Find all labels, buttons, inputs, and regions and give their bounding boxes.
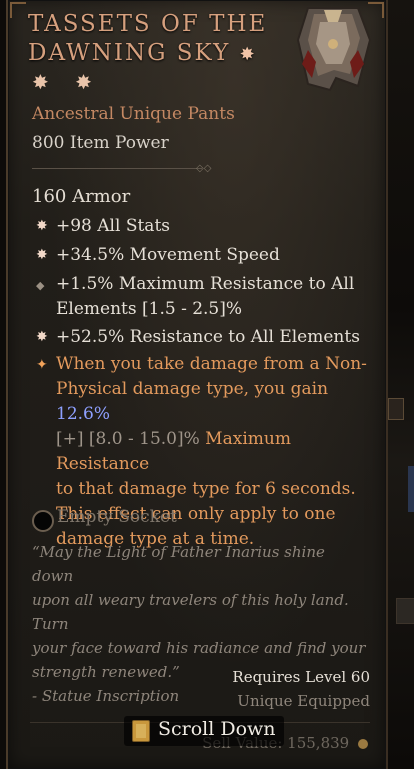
star-icon: ✸ xyxy=(36,247,48,263)
scroll-down-label[interactable]: Scroll Down xyxy=(158,718,276,740)
side-ui-element xyxy=(408,466,414,512)
unique-line: When you take damage from a Non- xyxy=(56,354,367,374)
affix-movement-speed: +34.5% Movement Speed xyxy=(56,245,280,265)
socket-icon xyxy=(32,510,54,532)
flavor-line: your face toward his radiance and find y… xyxy=(32,639,366,657)
unique-power-icon: ✦ xyxy=(36,357,48,373)
empty-socket: Empty Socket xyxy=(57,507,177,527)
title-star-icon: ✸ xyxy=(239,44,257,65)
unique-line: to that damage type for 6 seconds. xyxy=(56,479,356,499)
star-icon: ✸ xyxy=(36,218,48,234)
required-level: Requires Level 60 xyxy=(232,668,370,686)
gold-coin-icon xyxy=(358,739,368,749)
unique-line-text: Physical damage type, you gain xyxy=(56,379,329,399)
unique-line: [+] [8.0 - 15.0]% Maximum Resistance xyxy=(56,427,371,477)
affix-resistance-all: +52.5% Resistance to All Elements xyxy=(56,327,360,347)
item-name: Tassets of the Dawning Sky ✸ xyxy=(28,10,278,69)
side-ui-element xyxy=(396,598,414,624)
unique-equipped: Unique Equipped xyxy=(237,692,370,710)
item-name-text: Tassets of the Dawning Sky xyxy=(28,11,268,66)
affix-max-resistance: +1.5% Maximum Resistance to All xyxy=(56,274,355,294)
scroll-icon xyxy=(132,720,150,742)
tooltip-corner-left xyxy=(10,2,26,18)
side-ui-element xyxy=(388,398,404,420)
diamond-icon: ◆ xyxy=(36,279,45,292)
divider-ornament-icon: ◇◇ xyxy=(196,163,212,174)
unique-range: [+] [8.0 - 15.0]% xyxy=(56,429,200,449)
armor-value: 160 Armor xyxy=(32,186,131,207)
item-type: Ancestral Unique Pants xyxy=(32,104,235,124)
rarity-stars: ✸ ✸ xyxy=(32,70,102,94)
unique-line: Physical damage type, you gain 12.6% xyxy=(56,377,371,427)
star-icon: ✸ xyxy=(36,329,48,345)
divider xyxy=(32,168,202,169)
item-power: 800 Item Power xyxy=(32,133,169,153)
affix-all-stats: +98 All Stats xyxy=(56,216,171,236)
pants-item-icon xyxy=(296,7,372,92)
affix-max-resistance-range: Elements [1.5 - 2.5]% xyxy=(56,299,243,319)
unique-value: 12.6% xyxy=(56,404,111,424)
flavor-line: “May the Light of Father Inarius shine d… xyxy=(32,543,325,585)
background-edge xyxy=(384,0,414,769)
flavor-line: upon all weary travelers of this holy la… xyxy=(32,591,349,633)
